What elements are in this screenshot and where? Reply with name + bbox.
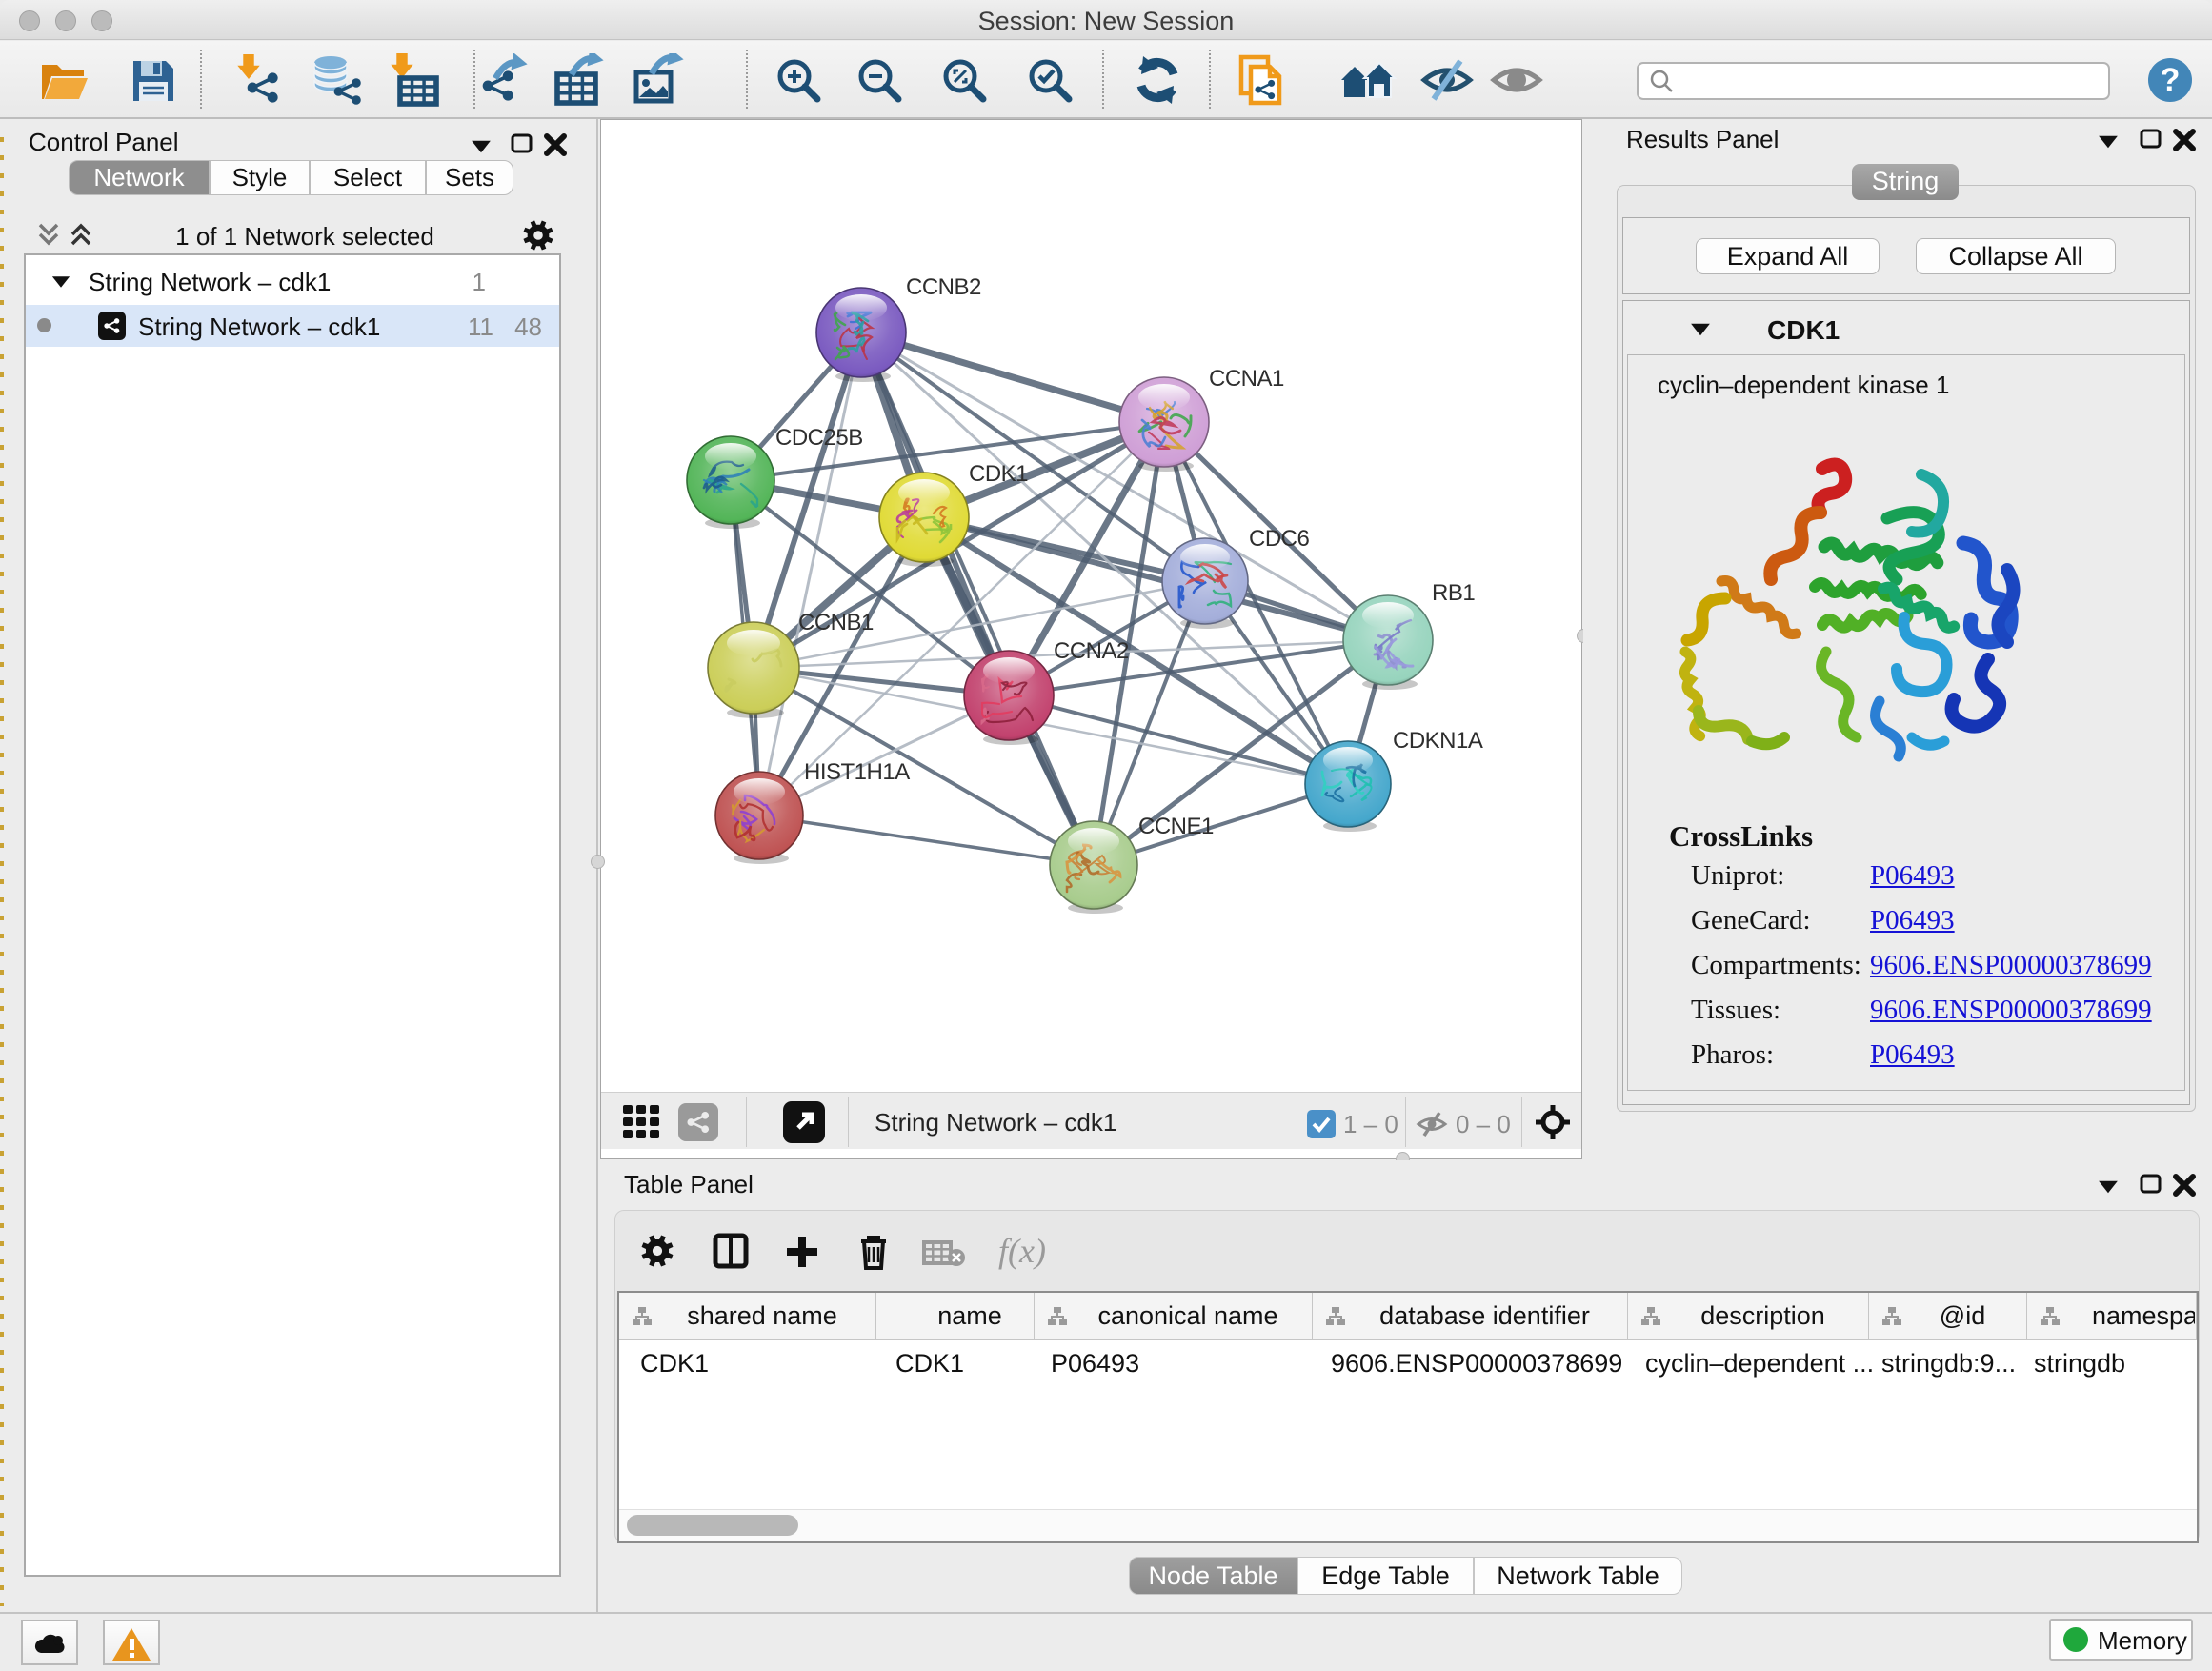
svg-text:CDC6: CDC6 bbox=[1249, 526, 1309, 552]
svg-text:CCNE1: CCNE1 bbox=[1138, 814, 1214, 839]
svg-text:CDK1: CDK1 bbox=[969, 461, 1028, 487]
svg-text:HIST1H1A: HIST1H1A bbox=[804, 759, 910, 785]
svg-text:CCNA2: CCNA2 bbox=[1054, 638, 1129, 664]
svg-text:CDKN1A: CDKN1A bbox=[1393, 728, 1483, 754]
svg-text:CDC25B: CDC25B bbox=[775, 425, 863, 451]
svg-text:CCNB1: CCNB1 bbox=[798, 610, 874, 635]
svg-text:CCNB2: CCNB2 bbox=[906, 274, 981, 300]
svg-text:RB1: RB1 bbox=[1432, 580, 1475, 606]
svg-text:CCNA1: CCNA1 bbox=[1209, 366, 1284, 392]
